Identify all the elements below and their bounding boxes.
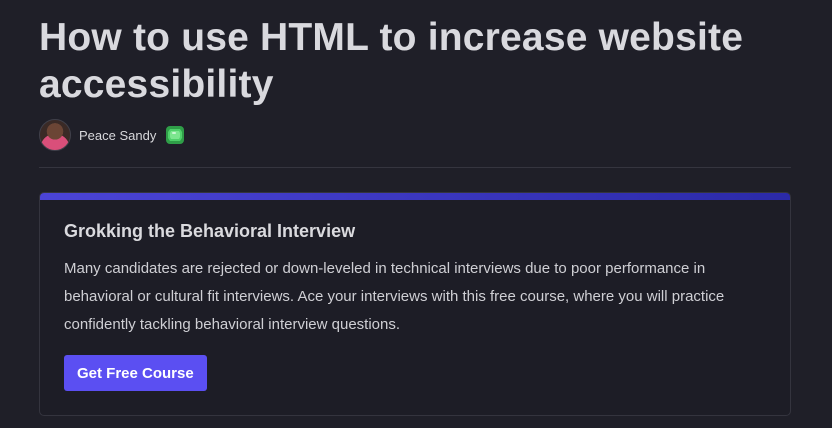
get-free-course-button[interactable]: Get Free Course (64, 355, 207, 391)
article-title: How to use HTML to increase website acce… (39, 16, 744, 106)
author-byline: Peace Sandy (39, 118, 186, 152)
course-title: Grokking the Behavioral Interview (64, 221, 356, 241)
promo-course-card: Grokking the Behavioral Interview Many c… (39, 192, 791, 416)
green-gem-icon (164, 124, 186, 146)
article-page: How to use HTML to increase website acce… (0, 0, 832, 428)
course-description: Many candidates are rejected or down-lev… (64, 260, 725, 333)
card-accent-bar (40, 193, 790, 200)
author-avatar[interactable] (39, 119, 71, 151)
divider (39, 167, 791, 168)
author-name[interactable]: Peace Sandy (79, 128, 156, 143)
